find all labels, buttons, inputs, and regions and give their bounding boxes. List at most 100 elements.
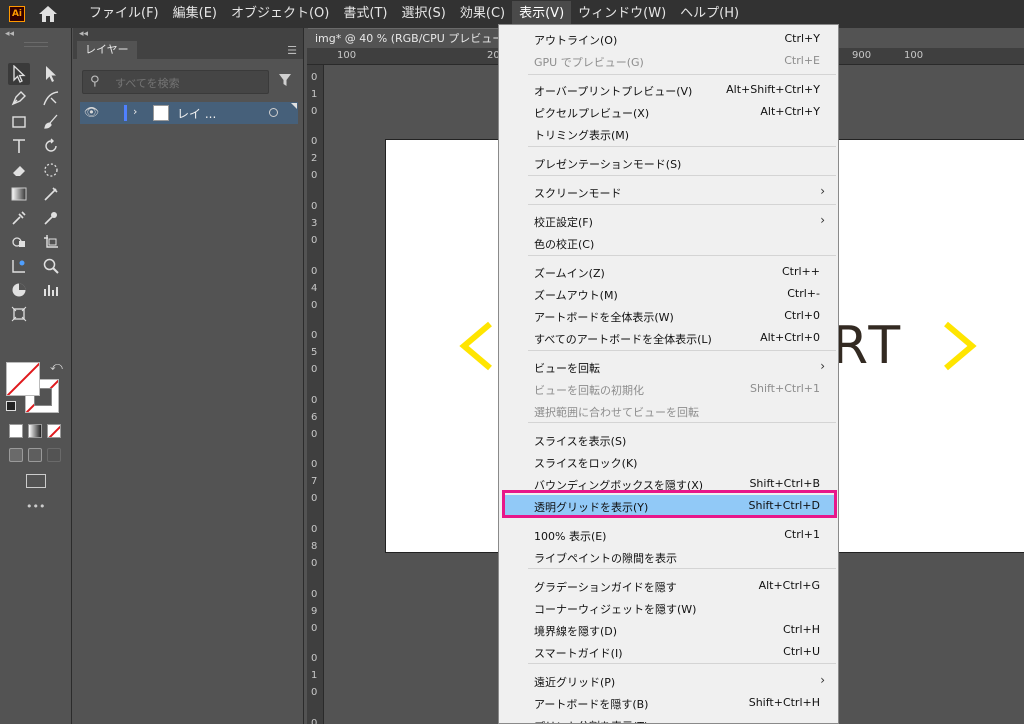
menu-item-shortcut: Ctrl++: [781, 265, 820, 278]
menu-select[interactable]: 選択(S): [394, 1, 452, 27]
menu-item[interactable]: アウトライン(O) Ctrl+Y: [504, 28, 835, 50]
ruler-label: 6: [311, 411, 318, 423]
screen-mode-icon[interactable]: [26, 474, 46, 488]
vertical-ruler[interactable]: 0 1 0 0 2 0 0 3 0 0 4 0 0 5 0 0 6 0 0 7 0 0 8 0 0 9 0 0 1 0 0: [307, 65, 324, 724]
ruler-label: 0: [311, 687, 318, 699]
ruler-label: 0: [311, 105, 318, 117]
pen-tool-icon[interactable]: [8, 87, 30, 109]
left-chevron-artwork: [459, 321, 492, 371]
column-graph-tool-icon[interactable]: [40, 279, 62, 301]
menu-item[interactable]: グラデーションガイドを隠す Alt+Ctrl+G: [504, 575, 835, 597]
chevron-right-icon[interactable]: ›: [133, 105, 137, 118]
ruler-label: 0: [311, 524, 318, 535]
graph-tool-icon[interactable]: [8, 255, 30, 277]
draw-normal-icon[interactable]: [9, 448, 23, 462]
menu-item[interactable]: ズームイン(Z) Ctrl++: [504, 261, 835, 283]
menu-item-label: グラデーションガイドを隠す: [534, 581, 677, 594]
menu-item[interactable]: アートボードを隠す(B) Shift+Ctrl+H: [504, 692, 835, 714]
menu-item[interactable]: 100% 表示(E) Ctrl+1: [504, 524, 835, 546]
filter-icon[interactable]: [278, 73, 292, 91]
menu-item[interactable]: 遠近グリッド(P) ›: [504, 670, 835, 692]
menu-item[interactable]: スライスをロック(K): [504, 451, 835, 473]
menu-item-label: アートボードを全体表示(W): [534, 311, 674, 324]
gradient-mode-icon[interactable]: [28, 424, 42, 438]
visibility-eye-icon[interactable]: 👁: [84, 105, 99, 119]
swap-fill-stroke-icon[interactable]: ⤺: [50, 359, 63, 374]
selection-indicator-icon: [291, 103, 297, 109]
menu-item[interactable]: ピクセルプレビュー(X) Alt+Ctrl+Y: [504, 101, 835, 123]
menu-item-shortcut: Ctrl+E: [784, 54, 820, 67]
artboard-text: RT: [832, 316, 905, 376]
symbol-sprayer-tool-icon[interactable]: [40, 207, 62, 229]
layer-thumbnail: [153, 105, 169, 121]
menu-item[interactable]: 色の校正(C): [504, 232, 835, 254]
color-mode-icon[interactable]: [9, 424, 23, 438]
menu-item[interactable]: スライスを表示(S): [504, 429, 835, 451]
menu-separator: [528, 568, 836, 569]
menu-item[interactable]: プリント分割を表示(T): [504, 714, 835, 723]
rectangle-tool-icon[interactable]: [8, 111, 30, 133]
submenu-arrow-icon: ›: [820, 359, 825, 373]
gradient-tool-icon[interactable]: [8, 183, 30, 205]
menu-item[interactable]: 校正設定(F) ›: [504, 210, 835, 232]
menu-item[interactable]: オーバープリントプレビュー(V) Alt+Shift+Ctrl+Y: [504, 79, 835, 101]
paintbrush-tool-icon[interactable]: [40, 111, 62, 133]
zoom-tool-icon[interactable]: [40, 255, 62, 277]
menu-item[interactable]: スクリーンモード ›: [504, 181, 835, 203]
draw-behind-icon[interactable]: [28, 448, 42, 462]
layer-target-icon[interactable]: [269, 108, 278, 117]
ruler-label: 900: [852, 50, 872, 61]
menu-item[interactable]: ライブペイントの隙間を表示: [504, 546, 835, 568]
menu-item[interactable]: ズームアウト(M) Ctrl+-: [504, 283, 835, 305]
layers-tabbar: レイヤー ☰: [73, 41, 303, 59]
menu-item[interactable]: スマートガイド(I) Ctrl+U: [504, 641, 835, 663]
menu-item[interactable]: すべてのアートボードを全体表示(L) Alt+Ctrl+0: [504, 327, 835, 349]
menu-type[interactable]: 書式(T): [336, 1, 394, 27]
pie-graph-tool-icon[interactable]: [8, 279, 30, 301]
ruler-label: 0: [311, 493, 318, 505]
edit-toolbar-button[interactable]: •••: [26, 500, 45, 513]
curvature-tool-icon[interactable]: [40, 87, 62, 109]
layer-name[interactable]: レイ ...: [177, 105, 216, 122]
tools-collapse-button[interactable]: ◂◂: [0, 28, 71, 41]
menu-item[interactable]: トリミング表示(M): [504, 123, 835, 145]
menu-separator: [528, 422, 836, 423]
menu-item-label: プリント分割を表示(T): [534, 718, 648, 723]
eyedropper-tool-icon[interactable]: [8, 207, 30, 229]
tab-layers[interactable]: レイヤー: [77, 41, 137, 59]
none-mode-icon[interactable]: [47, 424, 61, 438]
menu-item[interactable]: コーナーウィジェットを隠す(W): [504, 597, 835, 619]
default-fill-stroke-icon[interactable]: [6, 401, 16, 411]
draw-inside-icon[interactable]: [47, 448, 61, 462]
type-tool-icon[interactable]: [8, 135, 30, 157]
layers-collapse-button[interactable]: ◂◂: [73, 28, 303, 41]
shape-builder-tool-icon[interactable]: [8, 231, 30, 253]
width-tool-icon[interactable]: [40, 159, 62, 181]
selection-tool-icon[interactable]: [8, 63, 30, 85]
rotate-tool-icon[interactable]: [40, 135, 62, 157]
menu-separator: [528, 350, 836, 351]
home-icon[interactable]: [38, 5, 58, 23]
menu-item-shortcut: Alt+Shift+Ctrl+Y: [726, 83, 820, 96]
direct-selection-tool-icon[interactable]: [40, 63, 62, 85]
menu-item[interactable]: 境界線を隠す(D) Ctrl+H: [504, 619, 835, 641]
artboard-tool-icon[interactable]: [40, 231, 62, 253]
fill-swatch[interactable]: [6, 362, 40, 396]
menu-object[interactable]: オブジェクト(O): [224, 1, 336, 27]
layers-search-input[interactable]: ⚲ すべてを検索: [82, 70, 269, 94]
eraser-tool-icon[interactable]: [8, 159, 30, 181]
layer-row[interactable]: 👁 › レイ ...: [80, 102, 298, 124]
panel-menu-icon[interactable]: ☰: [287, 44, 297, 57]
blend-tool-icon[interactable]: [40, 183, 62, 205]
menu-item[interactable]: アートボードを全体表示(W) Ctrl+0: [504, 305, 835, 327]
free-transform-tool-icon[interactable]: [8, 303, 30, 325]
menu-item-label: スマートガイド(I): [534, 647, 623, 660]
tools-grip[interactable]: [24, 42, 48, 47]
menu-item-shortcut: Ctrl+0: [784, 309, 820, 322]
menu-item[interactable]: プレゼンテーションモード(S): [504, 152, 835, 174]
ruler-label: 0: [311, 136, 318, 148]
menu-edit[interactable]: 編集(E): [166, 1, 224, 27]
menu-item[interactable]: ビューを回転 ›: [504, 356, 835, 378]
document-tab[interactable]: img* @ 40 % (RGB/CPU プレビュー): [308, 28, 508, 48]
menu-file[interactable]: ファイル(F): [82, 1, 166, 27]
